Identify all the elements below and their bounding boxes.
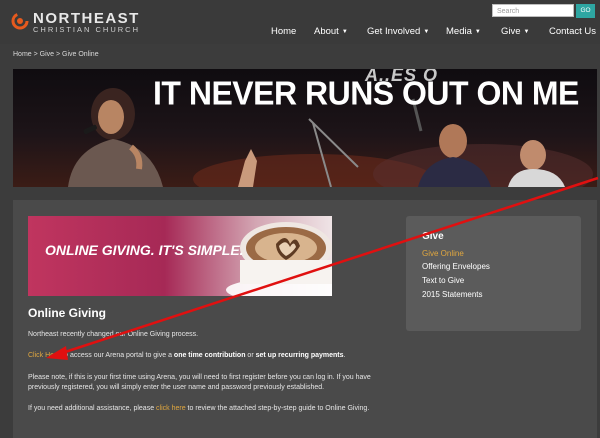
arena-text-2: or xyxy=(245,352,256,359)
assistance-text-1: If you need additional assistance, pleas… xyxy=(28,405,157,412)
one-time-contribution-text: one time contribution xyxy=(173,352,246,359)
online-giving-heading: Online Giving xyxy=(28,306,107,320)
registration-note-paragraph: Please note, if this is your first time … xyxy=(28,374,371,391)
site-header: NORTHEAST CHRISTIAN CHURCH Search GO Hom… xyxy=(0,0,600,44)
click-here-guide-link[interactable]: click here xyxy=(156,405,186,412)
chevron-down-icon: ▼ xyxy=(423,29,430,35)
nav-contact-us-label: Contact Us xyxy=(549,26,596,37)
nav-contact-us[interactable]: Contact Us xyxy=(549,26,596,37)
sidebar-item-give-online[interactable]: Give Online xyxy=(422,249,464,258)
nav-media-label: Media xyxy=(446,26,472,37)
online-giving-promo-banner: ONLINE GIVING. IT'S SIMPLE. xyxy=(28,216,332,296)
sidebar-item-text-to-give[interactable]: Text to Give xyxy=(422,276,464,285)
nav-give-label: Give xyxy=(501,26,521,37)
chevron-down-icon: ▼ xyxy=(523,29,530,35)
chevron-down-icon: ▼ xyxy=(474,29,481,35)
arena-paragraph: Click Here to access our Arena portal to… xyxy=(28,351,393,361)
sidebar-item-2015-statements[interactable]: 2015 Statements xyxy=(422,290,482,299)
chevron-down-icon: ▼ xyxy=(341,29,348,35)
sidebar-item-offering-envelopes[interactable]: Offering Envelopes xyxy=(422,262,490,271)
assistance-text-2: to review the attached step-by-step guid… xyxy=(185,405,370,412)
logo-mark-icon xyxy=(11,12,29,30)
arena-text-3: . xyxy=(343,352,346,359)
search-go-button[interactable]: GO xyxy=(576,4,595,18)
assistance-paragraph: If you need additional assistance, pleas… xyxy=(28,404,393,414)
breadcrumb[interactable]: Home > Give > Give Online xyxy=(13,51,99,58)
search-input[interactable]: Search xyxy=(492,4,574,17)
nav-media[interactable]: Media ▼ xyxy=(446,26,481,37)
nav-home-label: Home xyxy=(271,26,297,37)
nav-get-involved[interactable]: Get Involved ▼ xyxy=(367,26,429,37)
church-logo[interactable]: NORTHEAST CHRISTIAN CHURCH xyxy=(11,10,151,36)
nav-give[interactable]: Give ▼ xyxy=(501,26,530,37)
nav-about-label: About xyxy=(314,26,339,37)
sidebar-title: Give xyxy=(422,231,444,242)
give-sidebar: Give Give Online Offering Envelopes Text… xyxy=(406,216,581,331)
promo-text: ONLINE GIVING. IT'S SIMPLE. xyxy=(45,242,244,258)
logo-subtitle: CHRISTIAN CHURCH xyxy=(33,25,140,34)
nav-get-involved-label: Get Involved xyxy=(367,26,421,37)
nav-about[interactable]: About ▼ xyxy=(314,26,348,37)
hero-headline: IT NEVER RUNS OUT ON ME xyxy=(153,74,579,112)
hero-banner: A..ES O IT NEVER RUNS OUT ON ME xyxy=(13,69,597,187)
main-content: ONLINE GIVING. IT'S SIMPLE. Online Givin… xyxy=(13,200,597,438)
click-here-arena-link[interactable]: Click Here xyxy=(28,352,60,359)
arena-text-1: to access our Arena portal to give a xyxy=(60,352,174,359)
nav-home[interactable]: Home xyxy=(271,26,296,37)
page: NORTHEAST CHRISTIAN CHURCH Search GO Hom… xyxy=(0,0,600,438)
intro-paragraph: Northeast recently changed our Online Gi… xyxy=(28,331,199,338)
recurring-payments-text: set up recurring payments xyxy=(255,352,344,359)
